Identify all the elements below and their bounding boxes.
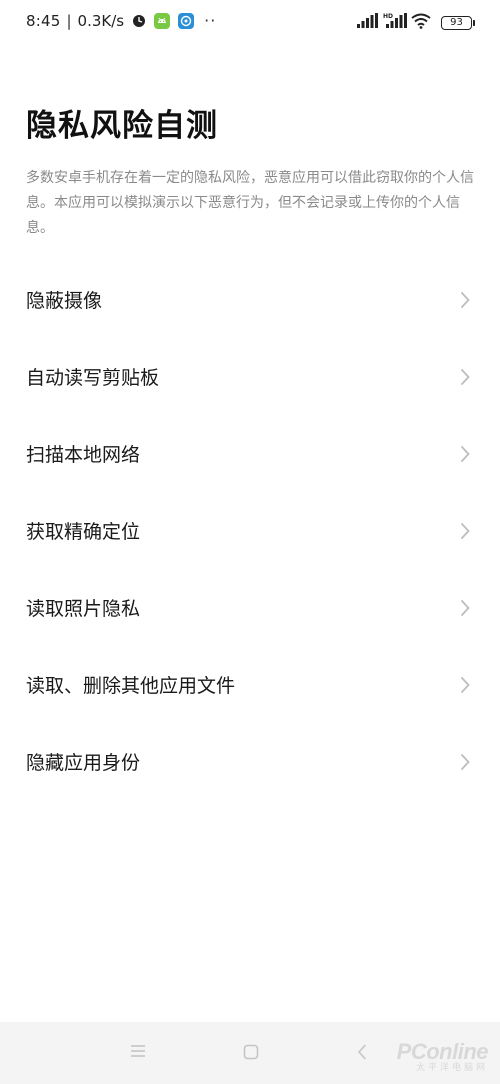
watermark: PConline 太平洋电脑网 — [396, 1039, 489, 1074]
list-item-clipboard[interactable]: 自动读写剪贴板 — [0, 338, 500, 415]
chevron-right-icon — [461, 445, 470, 462]
list-item-app-files[interactable]: 读取、删除其他应用文件 — [0, 646, 500, 723]
status-left: 8:45 | 0.3K/s ·· — [26, 11, 216, 30]
svg-text:HD: HD — [383, 13, 393, 20]
signal-icon — [357, 12, 379, 33]
more-notifications: ·· — [204, 11, 217, 30]
app-notification-icon — [178, 12, 195, 29]
page-description: 多数安卓手机存在着一定的隐私风险，恶意应用可以借此窃取你的个人信息。本应用可以模… — [26, 170, 474, 236]
chevron-right-icon — [461, 522, 470, 539]
list-item-label: 隐藏应用身份 — [26, 752, 141, 774]
list-item-label: 读取照片隐私 — [26, 598, 141, 620]
status-right: HD 93 — [357, 12, 475, 33]
chevron-right-icon — [461, 291, 470, 308]
watermark-subtitle: 太平洋电脑网 — [415, 1063, 488, 1073]
location-icon — [132, 14, 146, 28]
android-debug-icon — [154, 12, 171, 29]
recent-apps-button[interactable] — [130, 1044, 146, 1058]
chevron-right-icon — [461, 676, 470, 693]
status-time: 8:45 — [26, 11, 61, 30]
battery-icon: 93 — [441, 15, 475, 30]
chevron-right-icon — [461, 368, 470, 385]
network-speed: 0.3K/s — [77, 11, 125, 30]
wifi-icon — [411, 13, 431, 33]
chevron-right-icon — [461, 753, 470, 770]
home-button[interactable] — [243, 1044, 259, 1060]
list-item-label: 自动读写剪贴板 — [26, 367, 160, 389]
home-icon — [243, 1044, 259, 1060]
menu-icon — [131, 1045, 145, 1057]
navigation-bar: PConline 太平洋电脑网 — [0, 1022, 500, 1084]
status-bar: 8:45 | 0.3K/s ·· HD 93 — [0, 0, 500, 44]
list-item-precise-location[interactable]: 获取精确定位 — [0, 492, 500, 569]
watermark-logo: PConline — [396, 1039, 489, 1064]
list-item-label: 隐蔽摄像 — [26, 290, 103, 312]
chevron-right-icon — [461, 599, 470, 616]
list-item-hidden-camera[interactable]: 隐蔽摄像 — [0, 261, 500, 338]
hd-signal-icon: HD — [383, 12, 407, 33]
list-item-label: 读取、删除其他应用文件 — [26, 675, 236, 697]
list-item-hide-identity[interactable]: 隐藏应用身份 — [0, 723, 500, 800]
test-item-list: 隐蔽摄像 自动读写剪贴板 扫描本地网络 获取精确定位 读取照片隐私 读取、删除其… — [0, 261, 500, 800]
list-item-photo-privacy[interactable]: 读取照片隐私 — [0, 569, 500, 646]
status-separator: | — [66, 11, 72, 30]
list-item-network-scan[interactable]: 扫描本地网络 — [0, 415, 500, 492]
list-item-label: 扫描本地网络 — [26, 444, 141, 466]
back-icon — [358, 1044, 366, 1060]
page-title: 隐私风险自测 — [26, 108, 218, 144]
back-button[interactable] — [357, 1044, 367, 1060]
list-item-label: 获取精确定位 — [26, 521, 141, 543]
